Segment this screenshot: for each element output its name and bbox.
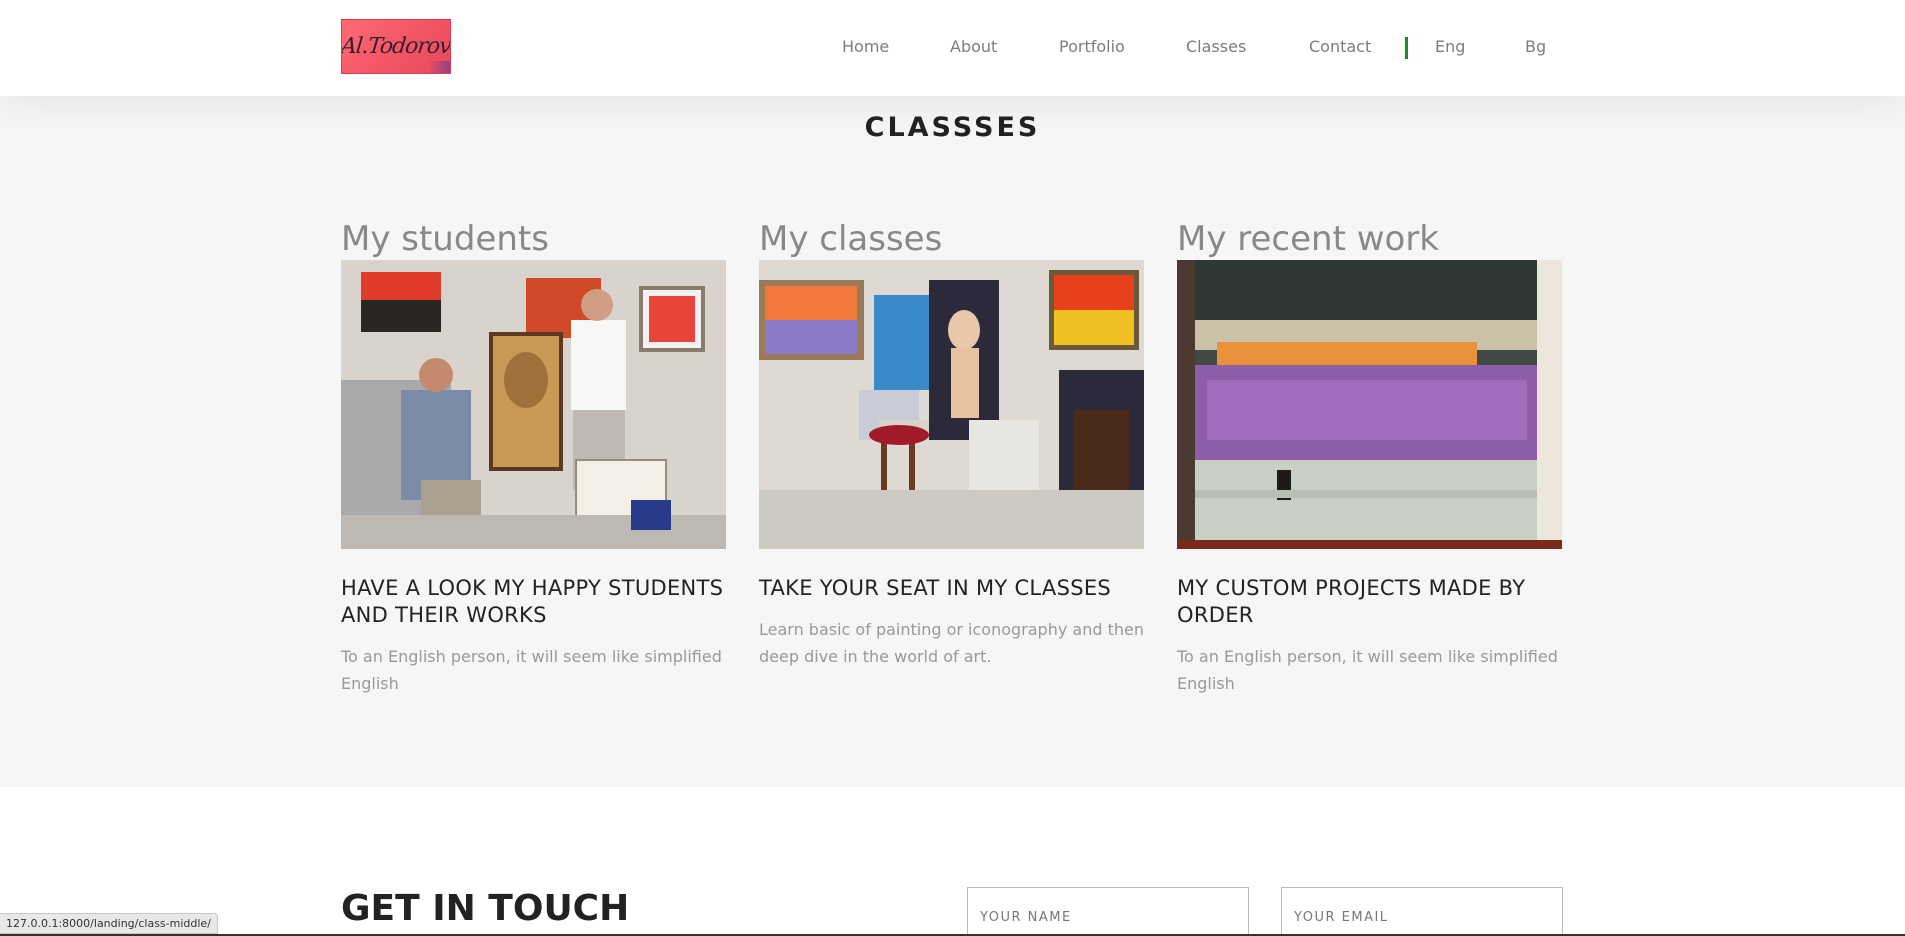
nav-classes[interactable]: Classes <box>1186 37 1246 56</box>
card-subtitle: HAVE A LOOK MY HAPPY STUDENTS AND THEIR … <box>341 576 724 627</box>
card-subtitle: MY CUSTOM PROJECTS MADE BY ORDER <box>1177 576 1526 627</box>
section-title: CLASSSES <box>864 112 1041 143</box>
card-heading: My classes <box>759 219 943 259</box>
card-classes: My classes TAKE YOUR SEAT IN MY CLASSES <box>759 218 1144 670</box>
students-photo[interactable] <box>341 260 726 549</box>
classes-photo[interactable] <box>759 260 1144 549</box>
card-text: To an English person, it will seem like … <box>341 647 722 693</box>
classes-photo-art <box>759 260 1144 549</box>
card-heading: My students <box>341 219 549 259</box>
lang-bg[interactable]: Bg <box>1525 37 1546 56</box>
card-students: My students HAVE A LOOK MY HAPPY STUDENT… <box>341 218 726 697</box>
card-subtitle: TAKE YOUR SEAT IN MY CLASSES <box>759 576 1112 600</box>
nav-about[interactable]: About <box>950 37 997 56</box>
nav-home[interactable]: Home <box>842 37 889 56</box>
site-header: Al.Todorov Home About Portfolio Classes … <box>0 0 1905 96</box>
name-field[interactable] <box>967 887 1249 936</box>
recent-work-photo-art <box>1177 260 1562 549</box>
card-recent-work: My recent work MY CUSTOM PROJECTS MADE B… <box>1177 218 1562 697</box>
contact-title: GET IN TOUCH <box>341 888 630 929</box>
lang-eng[interactable]: Eng <box>1435 37 1465 56</box>
main-nav: Home About Portfolio Classes Contact Eng… <box>0 0 1905 96</box>
nav-portfolio[interactable]: Portfolio <box>1059 37 1125 56</box>
browser-status-url: 127.0.0.1:8000/landing/class-middle/ <box>0 913 218 934</box>
nav-contact[interactable]: Contact <box>1309 37 1371 56</box>
students-photo-art <box>341 260 726 549</box>
email-field[interactable] <box>1281 887 1563 936</box>
card-text: To an English person, it will seem like … <box>1177 647 1558 693</box>
contact-section: GET IN TOUCH <box>0 787 1905 936</box>
card-text: Learn basic of painting or iconography a… <box>759 620 1144 666</box>
recent-work-photo[interactable] <box>1177 260 1562 549</box>
card-heading: My recent work <box>1177 219 1439 259</box>
nav-divider <box>1405 37 1408 59</box>
